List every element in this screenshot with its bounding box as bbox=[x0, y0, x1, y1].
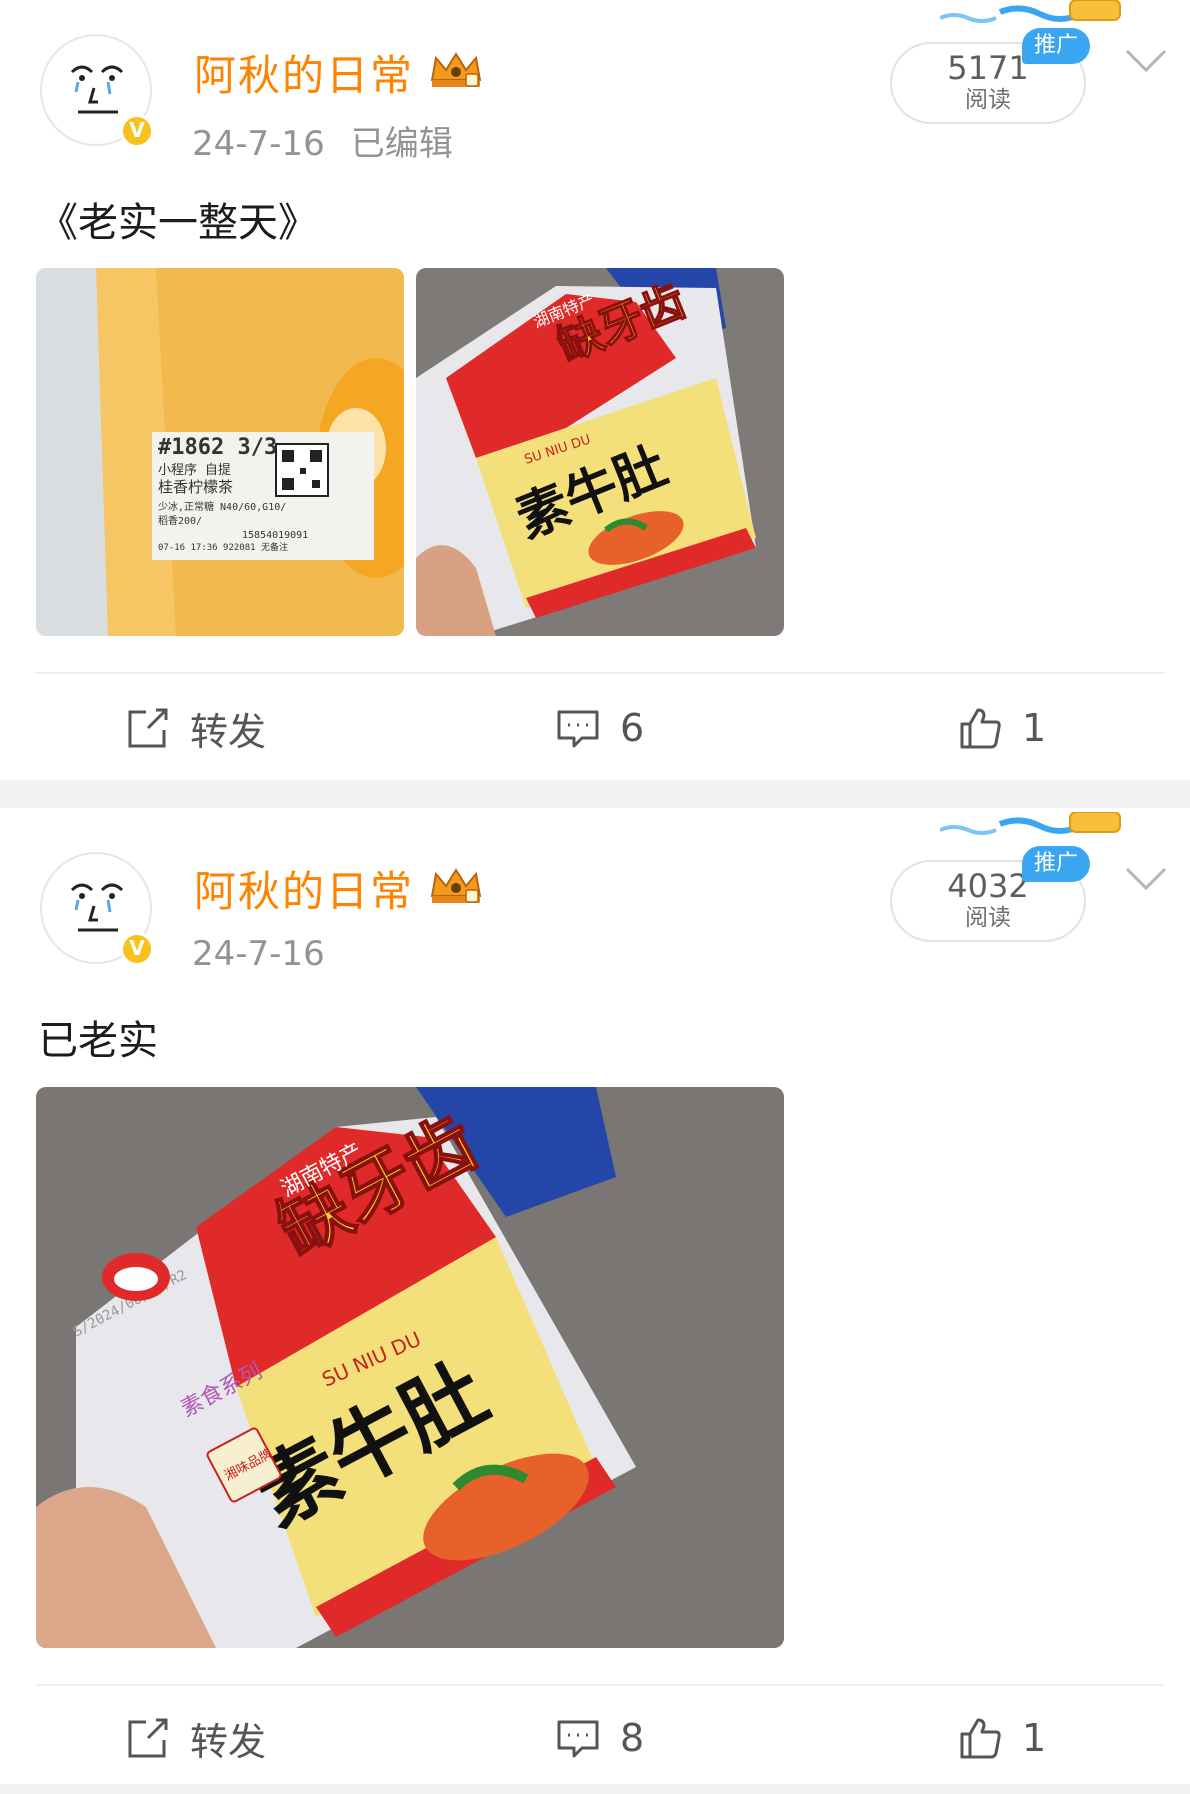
post-card[interactable]: V 阿秋的日常 24-7-16 4032 阅读 推广 已老实 缺牙齿 湖南特产 bbox=[0, 808, 1190, 1790]
repost-button[interactable]: 转发 bbox=[126, 698, 266, 758]
post-separator bbox=[0, 780, 1190, 808]
author-name[interactable]: 阿秋的日常 bbox=[194, 42, 414, 103]
post-date: 24-7-16 bbox=[192, 934, 325, 974]
comment-count: 8 bbox=[620, 1716, 645, 1760]
chevron-down-icon[interactable] bbox=[1124, 866, 1168, 892]
author-name[interactable]: 阿秋的日常 bbox=[194, 858, 414, 919]
post-image[interactable]: 缺牙齿 湖南特产 SU NIU DU 素牛肚 bbox=[416, 268, 784, 636]
like-icon bbox=[960, 708, 1001, 749]
repost-label: 转发 bbox=[190, 709, 267, 754]
post-date: 24-7-16 bbox=[192, 124, 325, 164]
label-line: 桂香柠檬茶 bbox=[158, 478, 233, 496]
comment-button[interactable]: 8 bbox=[556, 1708, 644, 1768]
promo-decoration-icon bbox=[940, 0, 1121, 23]
post-image[interactable]: 缺牙齿 湖南特产 SU NIU DU 素牛肚 素食系列 S/2024/06/25… bbox=[36, 1087, 784, 1648]
comment-count: 6 bbox=[620, 706, 645, 750]
divider bbox=[36, 672, 1164, 674]
post-text: 《老实一整天》 bbox=[38, 200, 318, 246]
label-line: #1862 3/3 bbox=[158, 435, 277, 460]
label-line: 07-16 17:36 922081 无备注 bbox=[158, 541, 288, 553]
crown-icon bbox=[430, 52, 482, 87]
repost-icon bbox=[128, 708, 168, 748]
verified-badge-icon: V bbox=[120, 114, 154, 148]
repost-label: 转发 bbox=[190, 1719, 267, 1764]
divider bbox=[36, 1684, 1164, 1686]
like-icon bbox=[960, 1718, 1001, 1759]
avatar-face-icon bbox=[70, 883, 124, 932]
comment-button[interactable]: 6 bbox=[556, 698, 644, 758]
chevron-down-icon[interactable] bbox=[1124, 48, 1168, 74]
read-label: 阅读 bbox=[965, 87, 1011, 113]
post-meta: 24-7-16 已编辑 bbox=[192, 116, 453, 165]
post-image[interactable]: #1862 3/3 小程序 自提 桂香柠檬茶 少冰,正常糖 N40/60,G10… bbox=[36, 268, 404, 636]
avatar-face-icon bbox=[70, 65, 124, 114]
like-count: 1 bbox=[1022, 706, 1047, 750]
post-card[interactable]: V 阿秋的日常 24-7-16 已编辑 5171 阅读 推广 《老实一整天》 #… bbox=[0, 0, 1190, 780]
crown-icon bbox=[430, 868, 482, 903]
post-text: 已老实 bbox=[38, 1018, 158, 1064]
verified-badge-icon: V bbox=[120, 932, 154, 966]
post-meta: 24-7-16 bbox=[192, 934, 325, 974]
promo-decoration-icon bbox=[940, 812, 1121, 835]
like-count: 1 bbox=[1022, 1716, 1047, 1760]
post-separator bbox=[0, 1784, 1190, 1794]
like-button[interactable]: 1 bbox=[958, 698, 1046, 758]
like-button[interactable]: 1 bbox=[958, 1708, 1046, 1768]
read-label: 阅读 bbox=[965, 905, 1011, 931]
edited-label: 已编辑 bbox=[350, 124, 453, 164]
comment-icon bbox=[557, 710, 599, 748]
label-line: 小程序 自提 bbox=[158, 462, 231, 478]
promo-badge[interactable]: 推广 bbox=[1022, 28, 1090, 64]
repost-button[interactable]: 转发 bbox=[126, 1708, 266, 1768]
label-line: 少冰,正常糖 N40/60,G10/ bbox=[158, 500, 286, 513]
label-line: 15854019091 bbox=[242, 530, 308, 541]
repost-icon bbox=[128, 1718, 168, 1758]
promo-badge[interactable]: 推广 bbox=[1022, 846, 1090, 882]
comment-icon bbox=[557, 1720, 599, 1758]
label-line: 稻香200/ bbox=[158, 515, 202, 527]
